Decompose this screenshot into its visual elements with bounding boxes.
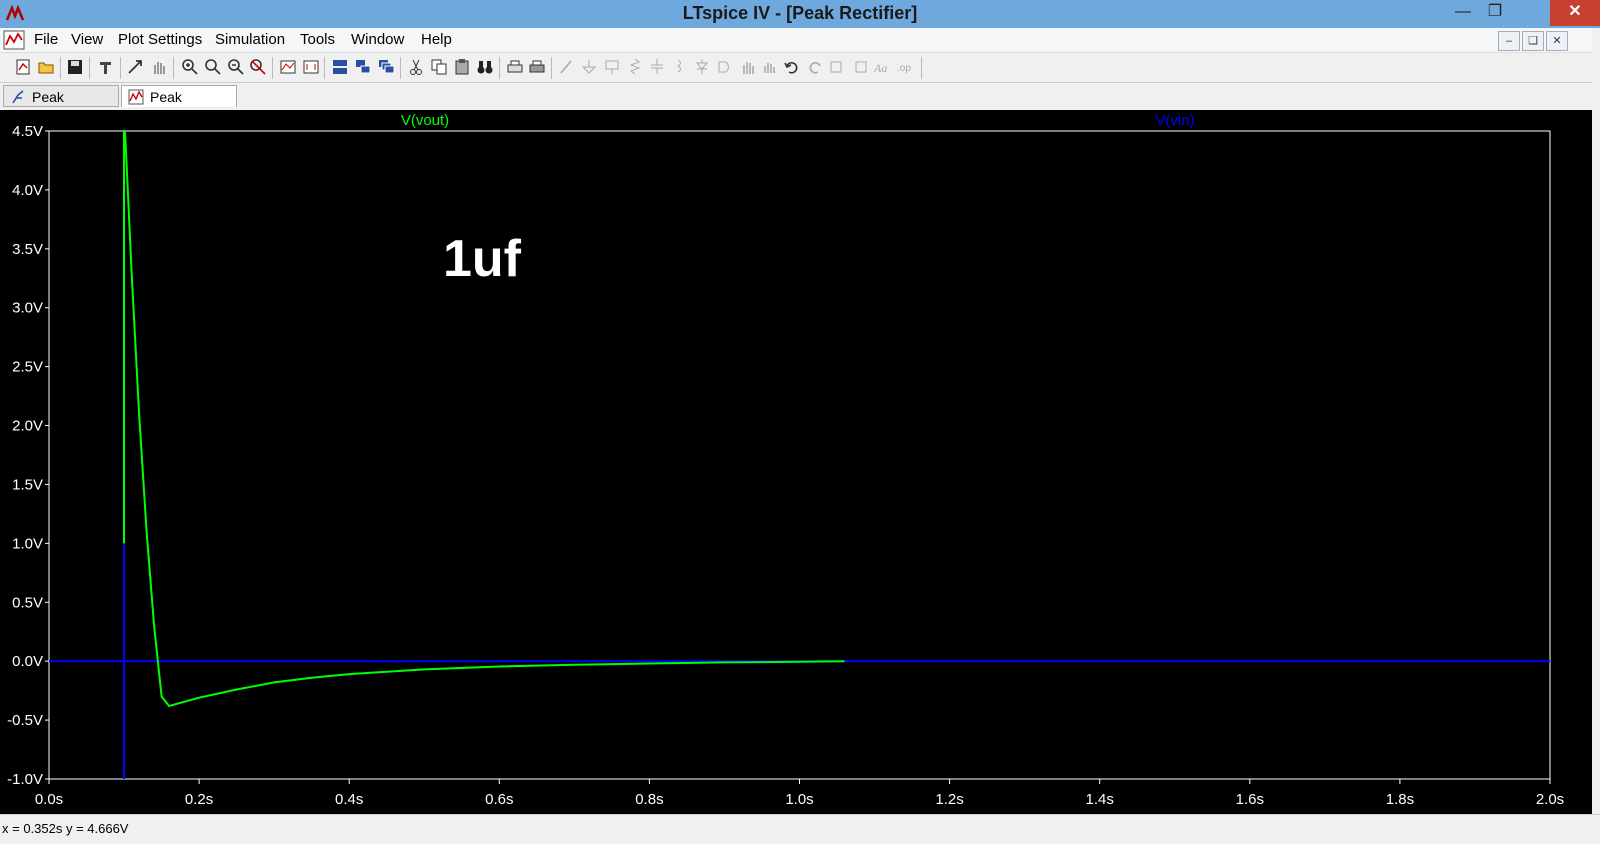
y-tick-label: 4.0V <box>12 182 43 199</box>
menu-window[interactable]: Window <box>351 31 404 48</box>
maximize-button[interactable]: ❐ <box>1478 0 1512 24</box>
x-tick-label: 0.2s <box>185 791 213 808</box>
y-tick-label: 4.5V <box>12 123 43 140</box>
run-simulation-icon[interactable] <box>126 58 144 76</box>
resistor-icon <box>629 58 641 75</box>
cursor-readout: x = 0.352s y = 4.666V <box>2 821 129 836</box>
waveform-plot-pane[interactable]: 4.5V 4.0V 3.5V 3.0V 2.5V 2.0V 1.5V 1.0V 0.5V 0.0V… <box>0 110 1600 814</box>
x-tick-label: 1.6s <box>1236 791 1264 808</box>
mdi-minimize-button[interactable]: – <box>1498 31 1520 51</box>
halt-hand-icon[interactable] <box>150 58 168 76</box>
menu-help[interactable]: Help <box>421 31 452 48</box>
open-folder-icon[interactable] <box>37 58 55 76</box>
x-tick-label: 0.8s <box>635 791 663 808</box>
schematic-icon <box>12 90 24 104</box>
y-tick-label: 0.0V <box>12 653 43 670</box>
minimize-button[interactable]: — <box>1446 0 1480 24</box>
cut-scissors-icon[interactable] <box>407 58 425 76</box>
x-tick-label: 1.4s <box>1086 791 1114 808</box>
y-tick-label: 1.0V <box>12 535 43 552</box>
copy-icon[interactable] <box>430 58 448 76</box>
x-tick-label: 1.2s <box>935 791 963 808</box>
tab-schematic-peak-rectifier[interactable]: Peak Rectifier <box>3 85 119 127</box>
series-line-vvout <box>123 130 845 708</box>
menu-bar: File View Plot Settings Simulation Tools… <box>0 28 1600 53</box>
menu-file[interactable]: File <box>34 31 58 48</box>
svg-text:.op: .op <box>897 63 911 74</box>
x-tick-label: 1.0s <box>785 791 813 808</box>
new-schematic-icon[interactable] <box>14 58 32 76</box>
label-net-icon <box>605 60 619 74</box>
mdi-close-button[interactable]: ✕ <box>1546 31 1568 51</box>
zoom-in-icon[interactable] <box>181 58 199 76</box>
print-icon[interactable] <box>528 58 546 76</box>
control-panel-hammer-icon[interactable] <box>97 58 115 76</box>
plot-annotation-text: 1uf <box>443 230 522 288</box>
move-hand-icon <box>743 62 754 74</box>
ground-icon <box>581 60 597 74</box>
y-tick-label: 2.5V <box>12 359 43 376</box>
print-setup-icon[interactable] <box>506 58 524 76</box>
inductor-icon <box>677 59 681 73</box>
legend-v-vout: V(vout) <box>401 112 449 129</box>
status-bar: x = 0.352s y = 4.666V <box>0 814 1600 844</box>
diode-icon <box>695 59 709 74</box>
menu-simulation[interactable]: Simulation <box>215 31 285 48</box>
tab-waveform-peak-rectifier[interactable]: Peak Rectifier <box>121 85 237 127</box>
y-tick-label: 0.5V <box>12 594 43 611</box>
cascade-windows-icon[interactable] <box>377 58 395 76</box>
mdi-restore-button[interactable]: ❏ <box>1522 31 1544 51</box>
toolbar: Aa .op <box>0 54 1600 83</box>
save-icon[interactable] <box>66 58 84 76</box>
drag-hand-icon <box>764 63 775 73</box>
document-tab-bar: Peak Rectifier Peak Rectifier <box>0 83 1600 127</box>
zoom-area-icon[interactable] <box>204 58 222 76</box>
x-tick-label: 0.6s <box>485 791 513 808</box>
zoom-fit-icon[interactable] <box>249 58 267 76</box>
redo-icon <box>809 62 821 74</box>
x-tick-label: 1.8s <box>1386 791 1414 808</box>
zoom-out-icon[interactable] <box>227 58 245 76</box>
y-tick-label: 3.0V <box>12 300 43 317</box>
component-icon <box>718 61 729 73</box>
svg-text:Aa: Aa <box>873 61 887 75</box>
y-tick-label: -1.0V <box>7 771 43 788</box>
window-title: LTspice IV - [Peak Rectifier] <box>682 3 918 23</box>
y-tick-label: -0.5V <box>7 712 43 729</box>
draw-wire-icon <box>560 60 572 74</box>
spice-directive-icon: .op <box>897 63 911 74</box>
x-tick-label: 2.0s <box>1536 791 1564 808</box>
title-bar: LTspice IV - [Peak Rectifier] — ❐ ✕ <box>0 0 1600 28</box>
waveform-chart[interactable]: 4.5V 4.0V 3.5V 3.0V 2.5V 2.0V 1.5V 1.0V 0.5V 0.0V… <box>0 110 1600 814</box>
tile-horizontal-icon[interactable] <box>331 58 349 76</box>
capacitor-icon <box>651 59 663 74</box>
waveform-icon <box>128 89 144 105</box>
find-binoculars-icon[interactable] <box>476 58 494 76</box>
y-tick-label: 1.5V <box>12 476 43 493</box>
x-tick-label: 0.0s <box>35 791 63 808</box>
autorange-icon[interactable] <box>279 58 297 76</box>
x-tick-label: 0.4s <box>335 791 363 808</box>
y-tick-label: 2.0V <box>12 418 43 435</box>
manual-limits-icon[interactable] <box>302 58 320 76</box>
mirror-icon <box>855 61 867 73</box>
text-icon: Aa <box>873 61 887 75</box>
waveform-window-icon[interactable] <box>3 30 25 50</box>
legend-v-vin: V(vin) <box>1155 112 1194 129</box>
paste-icon[interactable] <box>453 58 471 76</box>
y-tick-label: 3.5V <box>12 241 43 258</box>
menu-view[interactable]: View <box>71 31 103 48</box>
menu-tools[interactable]: Tools <box>300 31 335 48</box>
tile-vertical-icon[interactable] <box>354 58 372 76</box>
window-border <box>1592 28 1600 843</box>
undo-icon[interactable] <box>783 58 801 76</box>
close-button[interactable]: ✕ <box>1550 0 1600 26</box>
rotate-icon <box>830 61 842 73</box>
menu-plot-settings[interactable]: Plot Settings <box>118 31 202 48</box>
